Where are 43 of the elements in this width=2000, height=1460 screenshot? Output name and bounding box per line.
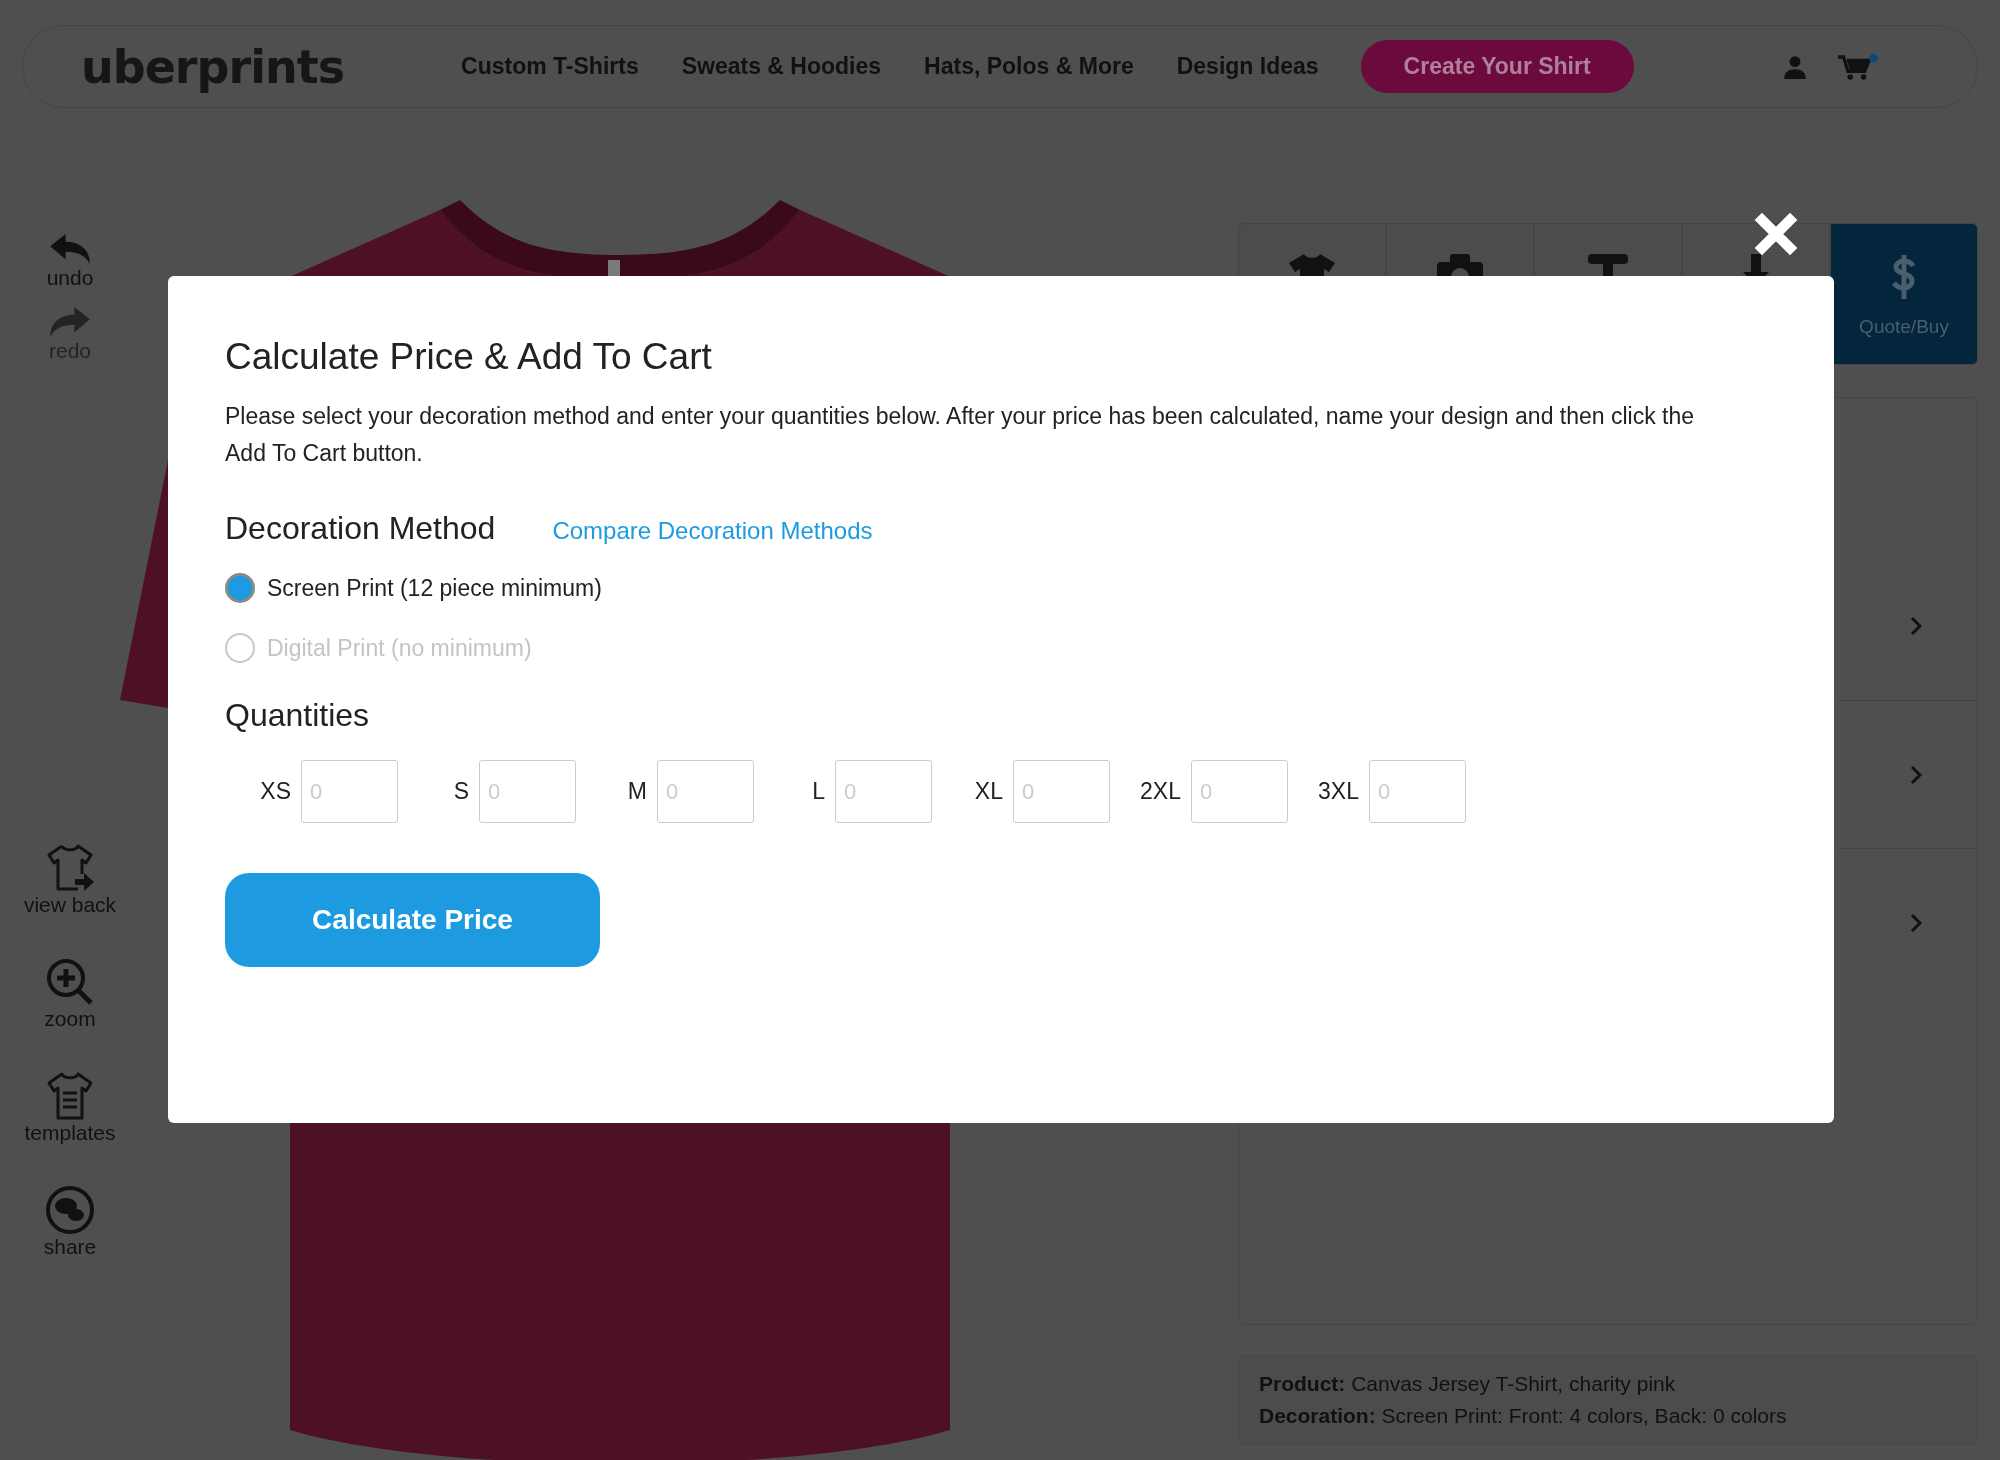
chat-bubbles-icon [45,1185,95,1235]
redo-icon [48,306,92,339]
summary-line: Product: Canvas Jersey T-Shirt, charity pink [1259,1371,1677,1397]
size-label: XS [260,778,291,805]
shirt-arrow-icon [45,843,95,893]
cart-icon[interactable] [1837,52,1878,81]
undo-icon [48,233,92,266]
nav-link[interactable]: Design Ideas [1176,53,1319,80]
compare-link[interactable]: Compare Decoration Methods [552,517,873,545]
chevron-right-icon[interactable] [1910,616,1922,636]
design-tab[interactable]: Quote/Buy [1830,223,1978,365]
size-label: XL [974,778,1003,805]
calculate-price-button[interactable]: Calculate Price [225,873,600,967]
tool-button[interactable]: view back [23,843,117,917]
user-icon[interactable] [1781,53,1808,80]
radio-button[interactable] [225,573,255,603]
size-label: S [453,778,469,805]
dialog-intro: Please select your decoration method and enter your quantities below. After your price has been calculated, name your design and then click the Add To Cart button. [225,402,1696,468]
section-heading: Decoration Method [225,510,496,547]
shirt-icon [1287,252,1337,276]
summary-line: Decoration: Screen Print: Front: 4 colors, Back: 0 colors [1259,1403,1788,1429]
tool-button[interactable]: undo [46,233,94,290]
size-label: 2XL [1140,778,1181,805]
tool-button[interactable]: templates [24,1071,116,1145]
tool-button[interactable]: share [43,1185,97,1259]
tool-button[interactable]: zoom [44,957,96,1031]
method-option[interactable]: Screen Print (12 piece minimum) [225,573,1777,603]
create-shirt-button[interactable]: Create Your Shirt [1360,40,1634,93]
text-tool-icon [1588,252,1628,276]
section-heading: Quantities [225,697,371,734]
logo[interactable]: uberprints [81,39,345,94]
size-label: M [627,778,647,805]
zoom-in-icon [45,957,95,1007]
size-label: L [812,778,825,805]
size-label: 3XL [1318,778,1359,805]
shirt-list-icon [45,1071,95,1121]
dialog-title: Calculate Price & Add To Cart [225,336,713,378]
chevron-right-icon[interactable] [1910,912,1922,933]
download-icon [1743,252,1769,276]
nav-link[interactable]: Hats, Polos & More [924,53,1134,80]
nav-link[interactable]: Custom T-Shirts [461,53,639,80]
nav-link[interactable]: Sweats & Hoodies [681,53,882,80]
chevron-right-icon[interactable] [1910,764,1922,785]
